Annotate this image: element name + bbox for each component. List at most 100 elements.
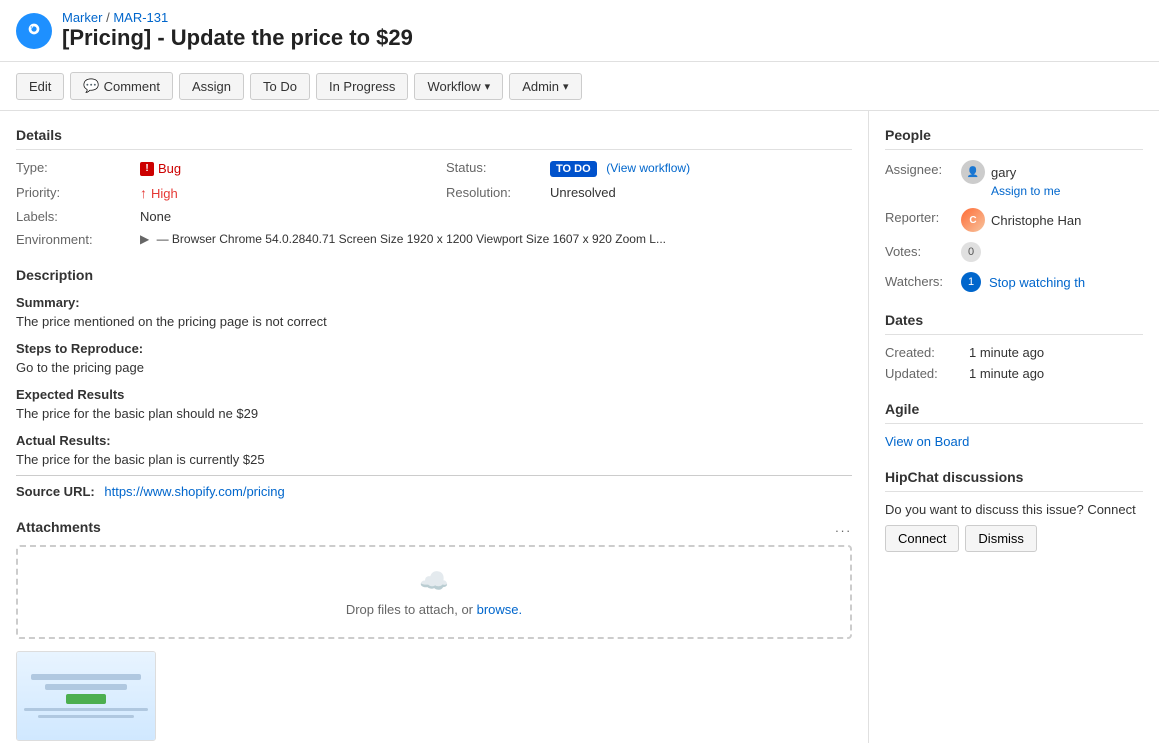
thumb-inner — [17, 652, 155, 740]
bug-icon: ! — [140, 162, 154, 176]
reporter-row: Reporter: C Christophe Han — [885, 208, 1143, 232]
expected-heading: Expected Results — [16, 387, 852, 402]
upload-icon: ☁️ — [38, 567, 830, 596]
labels-value: None — [140, 209, 442, 224]
source-url-link[interactable]: https://www.shopify.com/pricing — [104, 484, 284, 499]
agile-title: Agile — [885, 401, 1143, 424]
reporter-value: C Christophe Han — [961, 208, 1081, 232]
actual-text: The price for the basic plan is currentl… — [16, 452, 852, 467]
comment-icon: 💬 — [83, 78, 99, 94]
drop-text: Drop files to attach, or — [346, 602, 473, 617]
issue-title: [Pricing] - Update the price to $29 — [62, 25, 413, 51]
resolution-value: Unresolved — [550, 185, 852, 201]
environment-label: Environment: — [16, 232, 136, 247]
hipchat-section: HipChat discussions Do you want to discu… — [885, 469, 1143, 552]
connect-button[interactable]: Connect — [885, 525, 959, 552]
description-title: Description — [16, 267, 852, 283]
thumb-line-2 — [45, 684, 128, 690]
view-workflow-link[interactable]: (View workflow) — [606, 161, 690, 175]
thumb-btn — [66, 694, 106, 704]
assignee-name: gary — [991, 165, 1016, 180]
assignee-avatar: 👤 — [961, 160, 985, 184]
priority-value: ↑ High — [140, 185, 442, 201]
source-label: Source URL: — [16, 484, 95, 499]
desc-divider — [16, 475, 852, 476]
assign-to-me-link[interactable]: Assign to me — [991, 184, 1060, 198]
assignee-label: Assignee: — [885, 160, 955, 177]
edit-button[interactable]: Edit — [16, 73, 64, 100]
stop-watching-link[interactable]: Stop watching th — [989, 275, 1085, 290]
priority-arrow-icon: ↑ — [140, 185, 147, 201]
people-title: People — [885, 127, 1143, 150]
env-expand-icon[interactable]: ▶ — [140, 232, 149, 246]
view-board-link[interactable]: View on Board — [885, 434, 1143, 449]
priority-label: Priority: — [16, 185, 136, 201]
details-title: Details — [16, 127, 852, 150]
content-area: Details Type: ! Bug Status: TO DO (View … — [0, 111, 869, 743]
breadcrumb: Marker / MAR-131 — [62, 10, 413, 25]
todo-button[interactable]: To Do — [250, 73, 310, 100]
details-grid: Type: ! Bug Status: TO DO (View workflow… — [16, 160, 852, 247]
hipchat-text: Do you want to discuss this issue? Conne… — [885, 502, 1143, 517]
browse-link[interactable]: browse. — [477, 602, 523, 617]
reporter-label: Reporter: — [885, 208, 955, 225]
type-label: Type: — [16, 160, 136, 177]
resolution-label: Resolution: — [446, 185, 546, 201]
created-value: 1 minute ago — [969, 345, 1143, 360]
breadcrumb-separator: / — [106, 10, 110, 25]
hipchat-actions: Connect Dismiss — [885, 525, 1143, 552]
watchers-row: Watchers: 1 Stop watching th — [885, 272, 1143, 292]
type-value: ! Bug — [140, 160, 442, 177]
attachments-section: Attachments ... ☁️ Drop files to attach,… — [16, 519, 852, 741]
actual-heading: Actual Results: — [16, 433, 852, 448]
votes-label: Votes: — [885, 242, 955, 259]
dates-grid: Created: 1 minute ago Updated: 1 minute … — [885, 345, 1143, 381]
labels-label: Labels: — [16, 209, 136, 224]
attachment-thumbnail[interactable] — [16, 651, 156, 741]
expected-text: The price for the basic plan should ne $… — [16, 406, 852, 421]
in-progress-button[interactable]: In Progress — [316, 73, 408, 100]
comment-button[interactable]: 💬 Comment — [70, 72, 173, 100]
watchers-label: Watchers: — [885, 272, 955, 289]
reporter-avatar: C — [961, 208, 985, 232]
votes-row: Votes: 0 — [885, 242, 1143, 262]
steps-text: Go to the pricing page — [16, 360, 852, 375]
dates-title: Dates — [885, 312, 1143, 335]
watchers-count: 1 — [961, 272, 981, 292]
assignee-value: 👤 gary Assign to me — [961, 160, 1060, 198]
app-header: Marker / MAR-131 [Pricing] - Update the … — [0, 0, 1159, 62]
created-label: Created: — [885, 345, 965, 360]
status-badge: TO DO — [550, 161, 597, 177]
drop-zone[interactable]: ☁️ Drop files to attach, or browse. — [16, 545, 852, 639]
thumb-line-1 — [31, 674, 141, 680]
main-layout: Details Type: ! Bug Status: TO DO (View … — [0, 111, 1159, 743]
updated-label: Updated: — [885, 366, 965, 381]
status-label: Status: — [446, 160, 546, 177]
attachments-title: Attachments — [16, 519, 101, 535]
people-section: People Assignee: 👤 gary Assign to me Rep… — [885, 127, 1143, 292]
assignee-row: Assignee: 👤 gary Assign to me — [885, 160, 1143, 198]
app-logo — [16, 13, 52, 49]
environment-value: ▶ — Browser Chrome 54.0.2840.71 Screen S… — [140, 232, 852, 247]
votes-count[interactable]: 0 — [961, 242, 981, 262]
assign-button[interactable]: Assign — [179, 73, 244, 100]
description-section: Description Summary: The price mentioned… — [16, 267, 852, 499]
workflow-button[interactable]: Workflow — [414, 73, 503, 100]
attachments-header: Attachments ... — [16, 519, 852, 535]
thumb-line-4 — [38, 715, 135, 718]
admin-button[interactable]: Admin — [509, 73, 581, 100]
attachments-menu-icon[interactable]: ... — [835, 520, 852, 535]
watchers-value: 1 Stop watching th — [961, 272, 1085, 292]
summary-text: The price mentioned on the pricing page … — [16, 314, 852, 329]
reporter-name: Christophe Han — [991, 213, 1081, 228]
thumb-line-3 — [24, 708, 148, 711]
details-section: Details Type: ! Bug Status: TO DO (View … — [16, 127, 852, 247]
dates-section: Dates Created: 1 minute ago Updated: 1 m… — [885, 312, 1143, 381]
steps-heading: Steps to Reproduce: — [16, 341, 852, 356]
dismiss-button[interactable]: Dismiss — [965, 525, 1037, 552]
updated-value: 1 minute ago — [969, 366, 1143, 381]
sidebar: People Assignee: 👤 gary Assign to me Rep… — [869, 111, 1159, 743]
summary-heading: Summary: — [16, 295, 852, 310]
breadcrumb-issue-id[interactable]: MAR-131 — [113, 10, 168, 25]
breadcrumb-project[interactable]: Marker — [62, 10, 102, 25]
